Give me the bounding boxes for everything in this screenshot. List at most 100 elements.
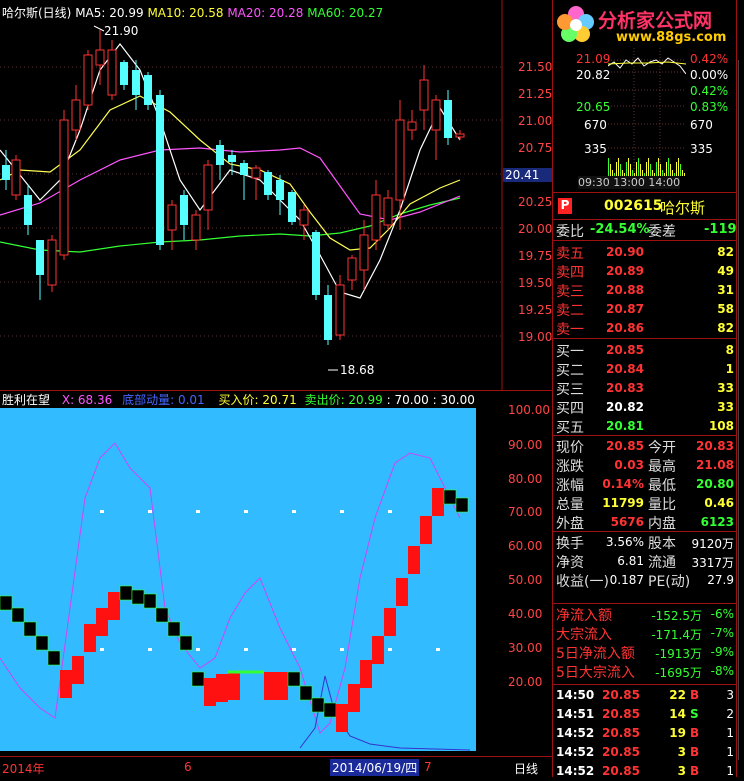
- fund-value: 3317万: [691, 556, 734, 570]
- bid-price: 20.82: [606, 400, 644, 414]
- intraday-volume-bar: [660, 164, 661, 176]
- candle-body: [371, 194, 381, 241]
- main-chart[interactable]: 哈尔斯(日线) MA5: 20.99 MA10: 20.58 MA20: 20.…: [0, 0, 553, 390]
- flow-pct: -7%: [710, 626, 734, 640]
- ask-row: 卖四 20.89 49: [556, 262, 736, 281]
- p-badge[interactable]: P: [558, 198, 572, 214]
- indicator-brick: [96, 608, 108, 636]
- intraday-volume-bar: [670, 164, 671, 176]
- stat-value: 21.08: [696, 458, 734, 472]
- brand-logo: 分析家公式网 www.88gs.com: [556, 4, 740, 46]
- fund-row: 收益(一) 0.187 PE(动) 27.9: [556, 571, 736, 590]
- stat-row: 现价 20.85 今开 20.83: [556, 437, 736, 456]
- tick-price: 20.85: [602, 764, 640, 778]
- indicator-brick: [287, 671, 301, 687]
- indicator-brick: [131, 589, 145, 605]
- flow-row: 净流入额 -152.5万 -6%: [556, 605, 736, 624]
- candle-body: [95, 49, 105, 66]
- candle-body: [2, 165, 10, 180]
- indicator-brick: [264, 672, 276, 700]
- tick-volume: 3: [677, 745, 686, 759]
- tick-count: 1: [726, 764, 734, 778]
- intraday-vol-1: 670: [584, 118, 607, 132]
- time-label-cursor: 2014/06/19/四: [330, 759, 420, 776]
- candle-body: [240, 163, 248, 175]
- stat-value: 0.03: [614, 458, 644, 472]
- fund-label: 股本: [648, 536, 676, 552]
- bid-volume: 108: [708, 419, 734, 433]
- intraday-price-mid: 20.82: [576, 68, 611, 82]
- bid-row: 买一 20.85 8: [556, 341, 736, 360]
- indicator-brick: [191, 671, 205, 687]
- indicator-brick: [360, 660, 372, 688]
- tick-price: 20.85: [602, 745, 640, 759]
- tick-volume: 3: [677, 764, 686, 778]
- tick-price: 20.85: [602, 707, 640, 721]
- side-toolbar[interactable]: [737, 0, 744, 777]
- indicator-brick: [348, 684, 360, 712]
- fund-value: 9120万: [691, 537, 734, 551]
- stat-value: 6123: [700, 515, 734, 529]
- y-tick: 21.00: [518, 114, 553, 128]
- flow-row: 5日净流入额 -1913万 -9%: [556, 643, 736, 662]
- kline-svg: [0, 0, 503, 390]
- flow-label: 5日净流入额: [556, 646, 635, 662]
- bid-label: 买一: [556, 344, 584, 360]
- bid-volume: 1: [725, 362, 734, 376]
- candle-body: [24, 195, 32, 225]
- bid-price: 20.85: [606, 343, 644, 357]
- brand-name: 分析家公式网: [598, 10, 713, 32]
- intraday-volume-bar: [656, 162, 657, 176]
- tick-side: B: [690, 764, 700, 778]
- stock-code: 002615: [604, 198, 663, 214]
- stock-name: 哈尔斯: [660, 199, 706, 217]
- candle-body: [444, 100, 452, 138]
- intraday-svg: [608, 48, 686, 176]
- indicator-brick: [155, 607, 169, 623]
- bid-volume: 33: [717, 381, 734, 395]
- intraday-volume-bar: [626, 162, 627, 176]
- y-tick: 80.00: [508, 472, 543, 486]
- level-dot: [148, 648, 152, 651]
- intraday-volume-bar: [630, 164, 631, 176]
- y-tick: 100.00: [508, 403, 550, 417]
- candle-body: [107, 49, 117, 96]
- ask-label: 卖一: [556, 322, 584, 338]
- indicator-brick: [119, 585, 133, 601]
- ask-price: 20.90: [606, 245, 644, 259]
- tick-side: S: [690, 707, 699, 721]
- indicator-brick: [396, 578, 408, 606]
- level-dot: [244, 510, 248, 513]
- ask-price: 20.88: [606, 283, 644, 297]
- tick-volume: 19: [669, 726, 686, 740]
- ask-price: 20.87: [606, 302, 644, 316]
- intraday-volume-bar: [682, 170, 683, 176]
- period-label[interactable]: 日线: [514, 760, 538, 777]
- tick-list[interactable]: 14:50 20.85 22 B 3 14:51 20.85 14 S 2 14:5…: [556, 685, 736, 778]
- indicator-extra2: : 30.00: [432, 393, 475, 407]
- intraday-price-high: 21.09: [576, 52, 611, 66]
- stat-label: 最高: [648, 459, 676, 475]
- candle-body: [216, 145, 224, 165]
- intraday-volume-bar: [666, 162, 667, 176]
- intraday-pct-3: 0.42%: [690, 84, 729, 98]
- time-label-year: 2014年: [2, 762, 45, 776]
- intraday-volume-bar: [668, 158, 669, 176]
- ask-price: 20.89: [606, 264, 644, 278]
- intraday-chart[interactable]: 21.09 20.82 20.65 0.42% 0.00% 0.42% 0.83…: [556, 48, 736, 190]
- intraday-volume-bar: [638, 158, 639, 176]
- tick-price: 20.85: [602, 726, 640, 740]
- y-tick: 40.00: [508, 607, 543, 621]
- candle-body: [359, 234, 369, 271]
- intraday-volume-bar: [620, 164, 621, 176]
- y-tick: 21.25: [518, 87, 553, 101]
- flow-label: 净流入额: [556, 608, 612, 624]
- indicator-svg: [0, 442, 471, 751]
- level-dot: [388, 648, 392, 651]
- candle-body: [455, 133, 465, 138]
- indicator-chart[interactable]: [0, 408, 476, 751]
- tick-count: 3: [726, 688, 734, 702]
- candle-body: [383, 197, 393, 226]
- ma10-line: [0, 95, 461, 251]
- indicator-brick: [167, 621, 181, 637]
